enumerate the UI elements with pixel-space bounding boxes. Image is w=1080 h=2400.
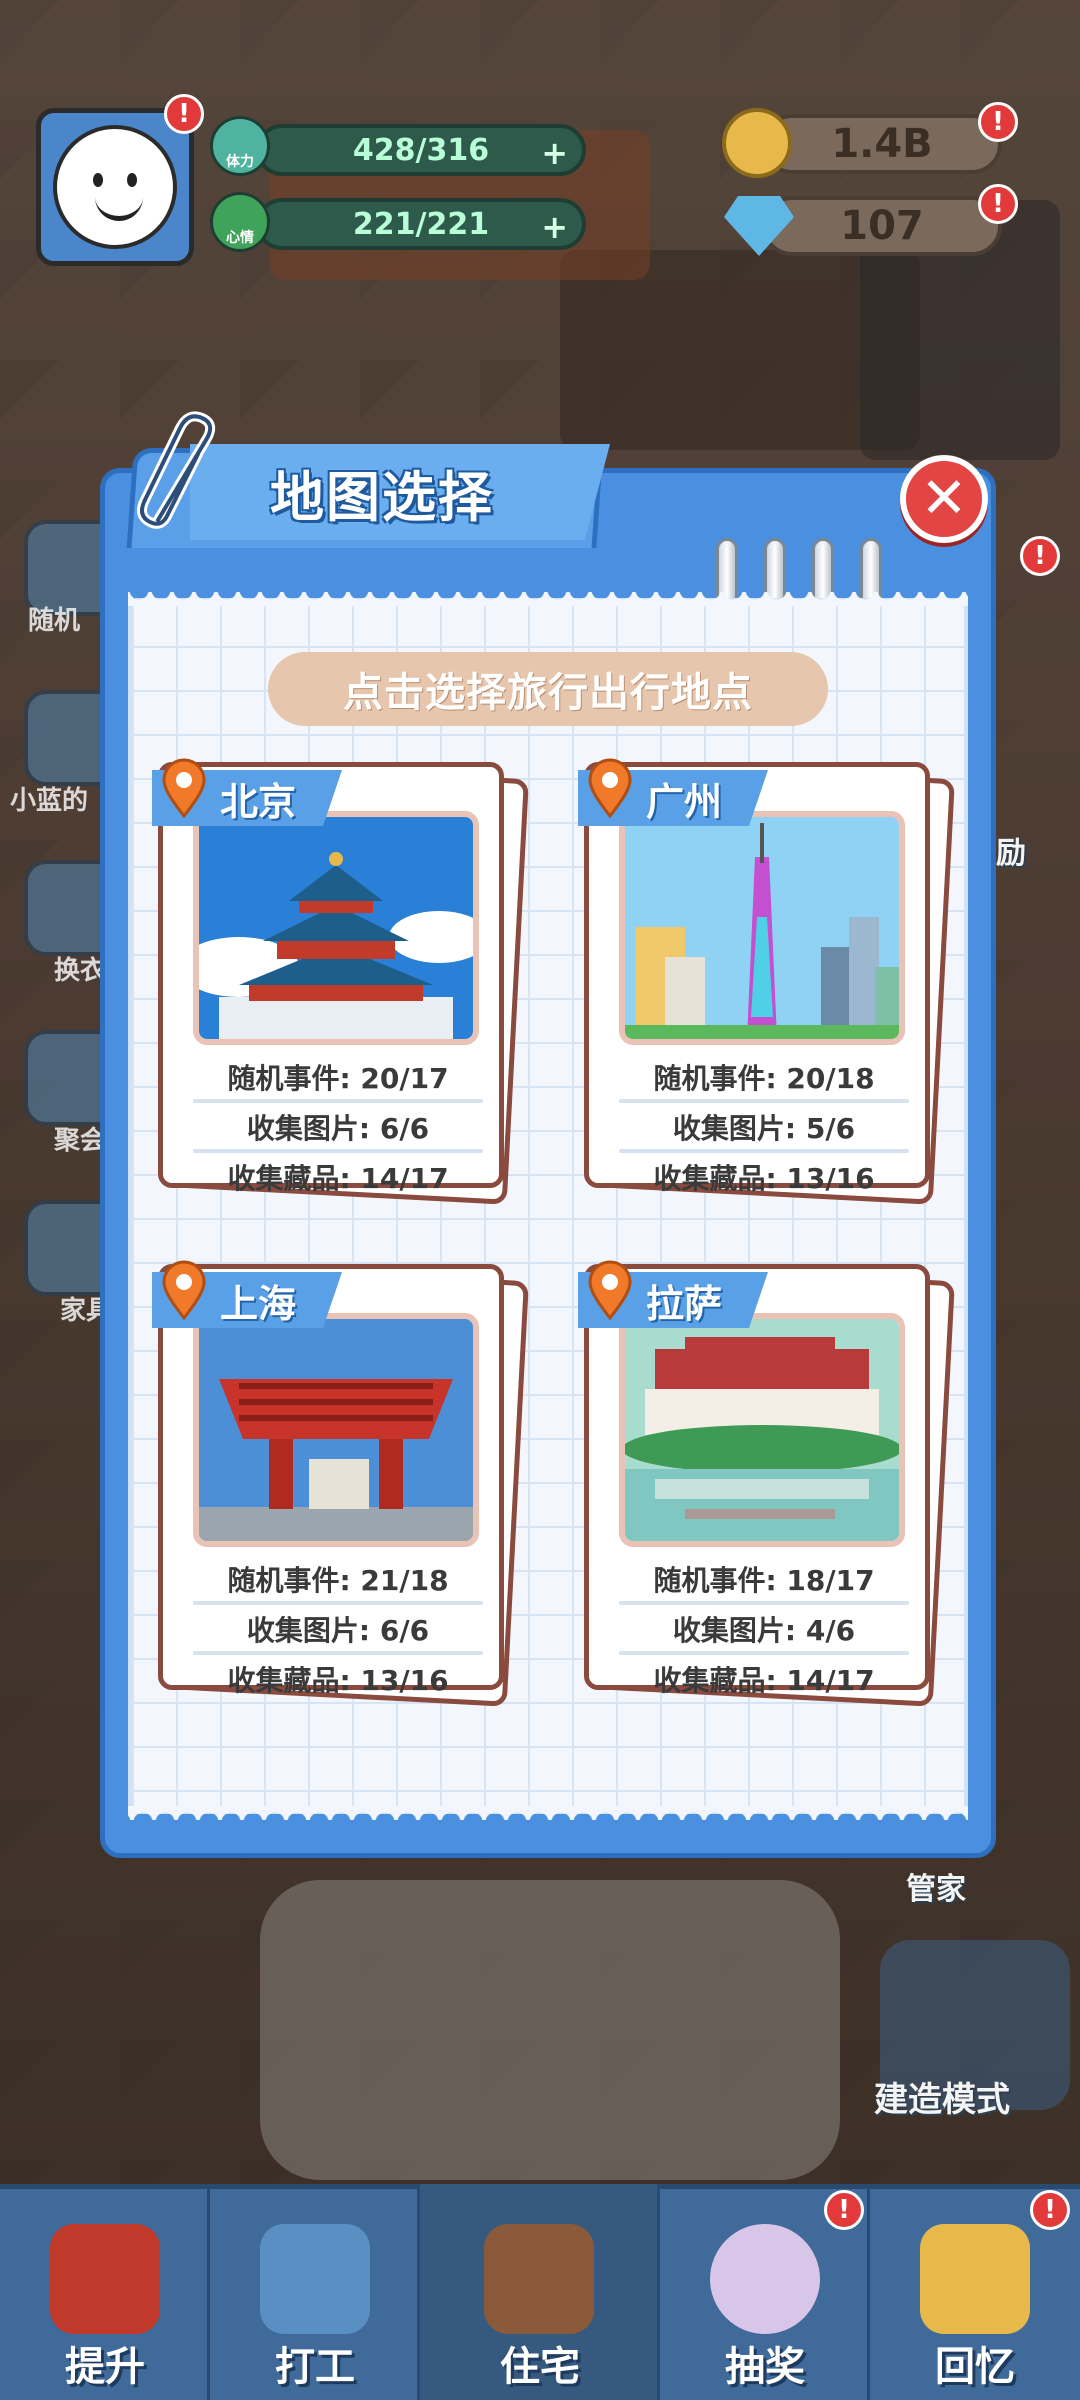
beijing-name: 北京 — [220, 779, 297, 824]
paperclip-icon — [137, 411, 216, 529]
shanghai-pavilion-image — [193, 1313, 479, 1547]
gem-value: 107 — [840, 203, 924, 249]
paper-edge-bottom — [128, 1806, 968, 1820]
location-pin-icon — [162, 1260, 206, 1320]
side-right-reward-label[interactable]: 励 — [996, 828, 1026, 872]
memories-alert-badge: ! — [1030, 2190, 1070, 2230]
guangzhou-events: 随机事件: 20/18 — [653, 1062, 875, 1095]
nav-upgrade[interactable]: 提升 — [0, 2184, 210, 2400]
guangzhou-name: 广州 — [646, 779, 723, 824]
guangzhou-tower-image — [619, 811, 905, 1045]
side-label-outfit: 换衣 — [54, 956, 107, 986]
lhasa-palace-image — [619, 1313, 905, 1547]
stamina-bar: 428/316 + — [256, 124, 586, 176]
shanghai-name: 上海 — [220, 1281, 297, 1326]
house-icon — [484, 2224, 594, 2334]
avatar-face — [53, 125, 177, 249]
stamina-plus-button[interactable]: + — [541, 134, 568, 172]
camera-icon — [920, 2224, 1030, 2334]
coin-alert-badge: ! — [978, 102, 1018, 142]
nav-home-label: 住宅 — [500, 2344, 580, 2390]
shanghai-items: 收集藏品: 13/16 — [227, 1664, 449, 1697]
nav-work-label: 打工 — [275, 2344, 355, 2390]
close-icon: ✕ — [920, 466, 968, 531]
close-dialog-button[interactable]: ✕ — [900, 455, 988, 543]
butler-label[interactable]: 管家 — [906, 1864, 966, 1908]
heart-icon: 心情 — [210, 192, 270, 252]
player-avatar[interactable] — [36, 108, 194, 266]
id-badge-icon — [260, 2224, 370, 2334]
mood-bar: 221/221 + — [256, 198, 586, 250]
gem-alert-badge: ! — [978, 184, 1018, 224]
city-card-shanghai[interactable]: 随机事件: 21/18 收集图片: 6/6 收集藏品: 13/16 上海 — [152, 1260, 529, 1707]
location-pin-icon — [588, 758, 632, 818]
gem-counter[interactable]: 107 — [762, 196, 1002, 256]
nav-home[interactable]: 住宅 — [420, 2184, 660, 2400]
city-card-lhasa[interactable]: 随机事件: 18/17 收集图片: 4/6 收集藏品: 14/17 拉萨 — [578, 1260, 955, 1707]
guangzhou-items: 收集藏品: 13/16 — [653, 1162, 875, 1195]
lottery-alert-badge: ! — [824, 2190, 864, 2230]
instruction-text: 点击选择旅行出行地点 — [343, 670, 753, 716]
beijing-events: 随机事件: 20/17 — [227, 1062, 449, 1095]
dialog-title: 地图选择 — [270, 465, 494, 529]
guangzhou-photos: 收集图片: 5/6 — [672, 1112, 856, 1145]
location-pin-icon — [588, 1260, 632, 1320]
shanghai-events: 随机事件: 21/18 — [227, 1564, 449, 1597]
side-right-alert-badge: ! — [1020, 536, 1060, 576]
paper-edge-top — [128, 592, 968, 606]
stamina-value: 428/316 — [352, 132, 490, 168]
nav-lottery-label: 抽奖 — [725, 2344, 805, 2390]
lhasa-events: 随机事件: 18/17 — [653, 1564, 875, 1597]
coin-counter[interactable]: 1.4B — [762, 114, 1002, 174]
lhasa-name: 拉萨 — [646, 1281, 723, 1326]
book-icon — [50, 2224, 160, 2334]
nav-memories-label: 回忆 — [935, 2344, 1015, 2390]
nav-work[interactable]: 打工 — [210, 2184, 420, 2400]
city-card-beijing[interactable]: 随机事件: 20/17 收集图片: 6/6 收集藏品: 14/17 北京 — [152, 758, 529, 1205]
coin-icon — [722, 108, 792, 178]
shanghai-photos: 收集图片: 6/6 — [246, 1614, 430, 1647]
instruction-pill: 点击选择旅行出行地点 — [268, 652, 828, 726]
stamina-label: 体力 — [226, 154, 254, 170]
side-label-random: 随机 — [28, 606, 81, 636]
mood-value: 221/221 — [352, 206, 490, 242]
coin-value: 1.4B — [831, 121, 933, 167]
side-label-xiaolan: 小蓝的 — [10, 786, 89, 816]
mood-label: 心情 — [226, 230, 254, 246]
location-pin-icon — [162, 758, 206, 818]
stamina-icon: 体力 — [210, 116, 270, 176]
beijing-items: 收集藏品: 14/17 — [227, 1162, 449, 1195]
lhasa-photos: 收集图片: 4/6 — [672, 1614, 856, 1647]
beijing-photos: 收集图片: 6/6 — [246, 1112, 430, 1145]
side-label-party: 聚会 — [54, 1126, 107, 1156]
gacha-machine-icon — [710, 2224, 820, 2334]
city-card-guangzhou[interactable]: 随机事件: 20/18 收集图片: 5/6 收集藏品: 13/16 广州 — [578, 758, 955, 1205]
build-mode-button[interactable]: 建造模式 — [874, 2072, 1010, 2121]
lhasa-items: 收集藏品: 14/17 — [653, 1664, 875, 1697]
beijing-temple-image — [193, 811, 479, 1045]
avatar-alert-badge: ! — [164, 94, 204, 134]
nav-upgrade-label: 提升 — [65, 2344, 145, 2390]
mood-plus-button[interactable]: + — [541, 208, 568, 246]
dialog-title-banner: 地图选择 — [190, 444, 610, 540]
